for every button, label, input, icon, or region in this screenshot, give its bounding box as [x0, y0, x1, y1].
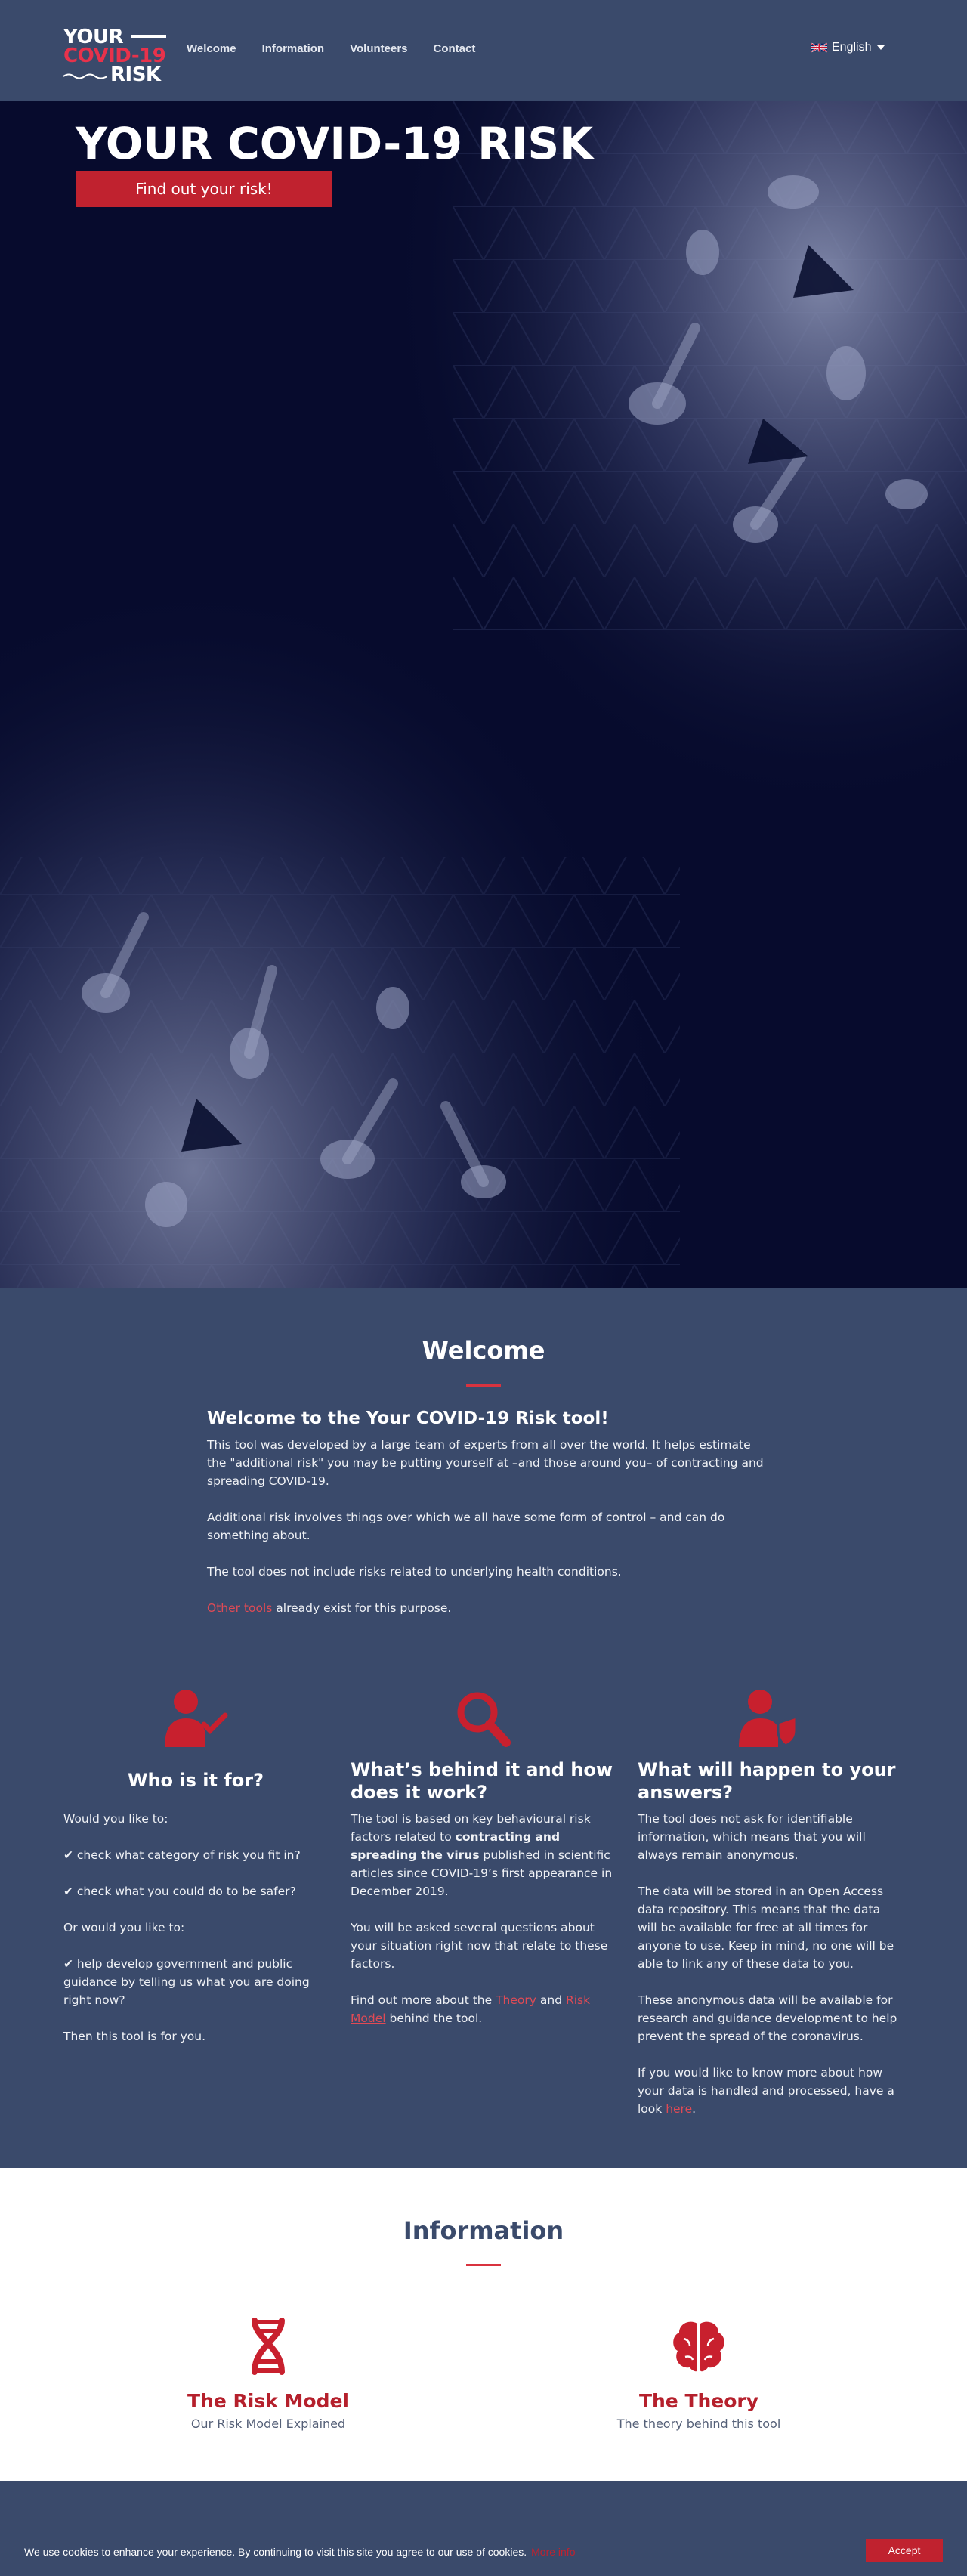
- who-line-5: ✔ help develop government and public gui…: [63, 1957, 310, 2007]
- welcome-title: Welcome: [422, 1336, 545, 1365]
- welcome-section: Welcome Welcome to the Your COVID-19 Ris…: [0, 1288, 967, 1677]
- welcome-paragraph-2: Additional risk involves things over whi…: [207, 1511, 725, 1542]
- logo-wave-icon: [63, 73, 107, 79]
- user-check-icon: [165, 1690, 228, 1747]
- answers-paragraph-4: If you would like to know more about how…: [638, 2064, 902, 2118]
- answers-paragraph-1: The tool does not ask for identifiable i…: [638, 1812, 866, 1862]
- risk-model-card-title: The Risk Model: [187, 2390, 349, 2412]
- who-line-4: Or would you like to:: [63, 1921, 185, 1934]
- cookie-text: We use cookies to enhance your experienc…: [24, 2546, 527, 2558]
- language-selector[interactable]: English: [811, 41, 885, 54]
- logo-line-3: RISK: [110, 63, 161, 86]
- theory-card[interactable]: The Theory The theory behind this tool: [540, 2316, 857, 2431]
- dna-icon: [252, 2318, 285, 2375]
- cookie-more-info-link[interactable]: More info: [531, 2546, 575, 2558]
- welcome-heading: Welcome to the Your COVID-19 Risk tool!: [207, 1409, 609, 1428]
- who-line-1: Would you like to:: [63, 1812, 168, 1826]
- logo-bar: [131, 35, 166, 38]
- theory-card-title: The Theory: [638, 2390, 759, 2412]
- information-section: Information The Risk Model Our Risk Mode…: [0, 2168, 967, 2481]
- find-risk-button[interactable]: Find out your risk!: [76, 171, 332, 207]
- welcome-content: Welcome to the Your COVID-19 Risk tool! …: [207, 1409, 766, 1635]
- theory-card-subtitle: The theory behind this tool: [616, 2417, 781, 2431]
- user-shield-icon: [739, 1690, 798, 1747]
- information-title: Information: [403, 2216, 564, 2245]
- who-line-2: ✔ check what category of risk you fit in…: [63, 1848, 301, 1862]
- hero-title: YOUR COVID-19 RISK: [76, 118, 594, 169]
- uk-flag-icon: [811, 42, 827, 53]
- feature-answers-body: The tool does not ask for identifiable i…: [638, 1810, 902, 2136]
- behind-paragraph-3: Find out more about the Theory and Risk …: [351, 1991, 615, 2027]
- answers-p4-b: .: [692, 2102, 697, 2116]
- answers-paragraph-2: The data will be stored in an Open Acces…: [638, 1885, 894, 1971]
- language-label: English: [832, 41, 872, 54]
- risk-model-card[interactable]: The Risk Model Our Risk Model Explained: [110, 2316, 427, 2431]
- brain-icon: [673, 2321, 724, 2372]
- cookie-accept-button[interactable]: Accept: [866, 2539, 943, 2562]
- nav-welcome[interactable]: Welcome: [187, 42, 236, 55]
- cookie-banner: We use cookies to enhance your experienc…: [0, 2528, 967, 2576]
- theory-link[interactable]: Theory: [496, 1993, 536, 2007]
- who-line-3: ✔ check what you could do to be safer?: [63, 1885, 296, 1898]
- risk-model-card-subtitle: Our Risk Model Explained: [190, 2417, 346, 2431]
- cookie-text-wrapper: We use cookies to enhance your experienc…: [24, 2546, 575, 2558]
- title-underline: [466, 2264, 501, 2266]
- feature-who-title: Who is it for?: [127, 1770, 264, 1791]
- site-logo[interactable]: YOUR COVID-19 RISK: [63, 26, 166, 86]
- hero-background-image: [0, 101, 967, 1288]
- features-section: Who is it for? Would you like to: ✔ chec…: [0, 1677, 967, 2168]
- feature-answers-title: What will happen to your answers?: [638, 1759, 896, 1803]
- behind-p3-b: and: [536, 1993, 566, 2007]
- answers-paragraph-3: These anonymous data will be available f…: [638, 1993, 897, 2043]
- title-underline: [466, 1384, 501, 1387]
- nav-volunteers[interactable]: Volunteers: [350, 42, 407, 55]
- feature-behind-title: What’s behind it and how does it work?: [351, 1759, 613, 1803]
- nav-information[interactable]: Information: [262, 42, 325, 55]
- search-icon: [457, 1692, 511, 1747]
- who-line-6: Then this tool is for you.: [63, 2030, 206, 2043]
- nav-contact[interactable]: Contact: [434, 42, 476, 55]
- navbar: YOUR COVID-19 RISK Welcome Information V…: [0, 0, 967, 101]
- caret-down-icon: [877, 45, 885, 50]
- here-link[interactable]: here: [666, 2102, 692, 2116]
- welcome-paragraph-1: This tool was developed by a large team …: [207, 1438, 764, 1488]
- welcome-paragraph-4: Other tools already exist for this purpo…: [207, 1599, 766, 1617]
- hero-section: YOUR COVID-19 RISK Find out your risk!: [0, 101, 967, 1288]
- feature-behind-body: The tool is based on key behavioural ris…: [351, 1810, 615, 2046]
- welcome-paragraph-4-text: already exist for this purpose.: [272, 1601, 452, 1615]
- behind-p3-a: Find out more about the: [351, 1993, 496, 2007]
- behind-p3-c: behind the tool.: [385, 2012, 483, 2025]
- behind-paragraph-1: The tool is based on key behavioural ris…: [351, 1810, 615, 1900]
- main-nav: Welcome Information Volunteers Contact: [187, 42, 501, 55]
- other-tools-link[interactable]: Other tools: [207, 1601, 272, 1615]
- feature-who-body: Would you like to: ✔ check what category…: [63, 1810, 328, 2064]
- welcome-paragraph-3: The tool does not include risks related …: [207, 1565, 622, 1579]
- behind-paragraph-2: You will be asked several questions abou…: [351, 1921, 608, 1971]
